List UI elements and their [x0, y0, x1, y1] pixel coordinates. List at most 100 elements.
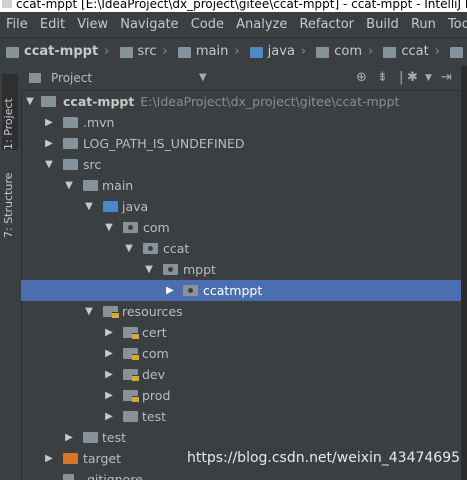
menu-tools[interactable]: Tools [448, 17, 467, 32]
collapse-arrow-icon[interactable]: ▶ [43, 133, 55, 154]
tree-node-ccatmppt[interactable]: ▶ ccatmppt [21, 280, 461, 301]
collapse-arrow-icon[interactable]: ▶ [103, 385, 115, 406]
collapse-arrow-icon[interactable]: ▶ [103, 322, 115, 343]
breadcrumb-ccat-mppt[interactable]: ccat-mppt › [6, 38, 109, 66]
tree-node-java[interactable]: ▼ java [21, 196, 461, 217]
menu-run[interactable]: Run [411, 17, 436, 32]
tree-node-label: mppt [183, 262, 216, 277]
tree-node-label: dev [142, 367, 166, 382]
tree-node-test-resources[interactable]: ▶ test [21, 406, 461, 427]
tree-node-label: com [142, 346, 169, 361]
tree-node-com[interactable]: ▼ com [21, 217, 461, 238]
locate-icon[interactable]: ⊕ [356, 66, 367, 90]
tree-node-main[interactable]: ▼ main [21, 175, 461, 196]
package-icon [450, 46, 464, 58]
hide-icon[interactable]: ⇥ [441, 66, 452, 90]
folder-icon [123, 411, 138, 422]
chevron-right-icon: › [300, 44, 307, 59]
tree-node-ccat[interactable]: ▼ ccat [21, 238, 461, 259]
view-dropdown-icon[interactable]: ▼ [199, 66, 207, 90]
expand-arrow-icon[interactable]: ▼ [63, 175, 75, 196]
expand-arrow-icon[interactable]: ▼ [123, 238, 135, 259]
collapse-arrow-icon[interactable]: ▶ [43, 448, 55, 469]
tree-node-mvn[interactable]: ▶ .mvn [21, 112, 461, 133]
package-icon [143, 243, 158, 254]
title-bar: ccat-mppt [E:\IdeaProject\dx_project\git… [0, 0, 467, 12]
tree-node-ccat-mppt[interactable]: ▼ ccat-mppt E:\IdeaProject\dx_project\git… [21, 91, 461, 112]
chevron-right-icon: › [104, 44, 110, 59]
menu-view[interactable]: View [77, 17, 108, 32]
tree-node-label: LOG_PATH_IS_UNDEFINED [83, 136, 245, 151]
collapse-arrow-icon[interactable]: ▶ [103, 343, 115, 364]
tree-node-label: ccat-mppt [63, 94, 135, 109]
excluded-folder-icon [63, 453, 78, 464]
tree-node-label: .mvn [83, 115, 115, 130]
package-icon [123, 222, 138, 233]
tree-node-label: resources [122, 304, 183, 319]
chevron-right-icon: › [434, 44, 440, 59]
tree-node-mppt[interactable]: ▼ mppt [21, 259, 461, 280]
tree-node-com-resources[interactable]: ▶ com [21, 343, 461, 364]
panel-title[interactable]: Project [51, 66, 92, 90]
collapse-arrow-icon[interactable]: ▶ [103, 364, 115, 385]
gear-icon[interactable]: ✱ [407, 66, 418, 90]
collapse-arrow-icon[interactable]: ▶ [164, 280, 176, 301]
folder-icon [83, 180, 98, 191]
menu-build[interactable]: Build [366, 17, 399, 32]
resources-folder-icon [123, 369, 139, 381]
tree-node-label: java [122, 199, 149, 214]
collapse-arrow-icon[interactable]: ▶ [63, 427, 75, 448]
breadcrumb-src[interactable]: src › [119, 38, 168, 66]
navigation-breadcrumb: ccat-mppt› src› main› java› com› ccat› m… [0, 37, 467, 67]
tab-structure[interactable]: 7: Structure [2, 158, 18, 238]
breadcrumb-com[interactable]: com › [316, 38, 373, 66]
menu-analyze[interactable]: Analyze [236, 17, 287, 32]
gear-dropdown-icon[interactable]: ▼ [425, 66, 432, 90]
expand-arrow-icon[interactable]: ▼ [83, 301, 95, 322]
tree-node-label: .gitignore [83, 472, 143, 480]
tree-node-cert[interactable]: ▶ cert [21, 322, 461, 343]
tree-node-gitignore[interactable]: .gitignore [21, 469, 461, 480]
menu-file[interactable]: File [6, 17, 28, 32]
package-icon [316, 46, 330, 58]
divider-icon: | [399, 70, 404, 85]
tree-node-dev[interactable]: ▶ dev [21, 364, 461, 385]
collapse-arrow-icon[interactable]: ▶ [43, 112, 55, 133]
menu-edit[interactable]: Edit [40, 17, 65, 32]
collapse-all-icon[interactable]: ⇟ [377, 66, 388, 90]
tree-node-log-path[interactable]: ▶ LOG_PATH_IS_UNDEFINED [21, 133, 461, 154]
expand-arrow-icon[interactable]: ▼ [43, 154, 55, 175]
folder-icon [177, 46, 191, 58]
menu-bar: File Edit View Navigate Code Analyze Ref… [0, 12, 467, 37]
tree-node-resources[interactable]: ▼ resources [21, 301, 461, 322]
tree-node-test[interactable]: ▶ test [21, 427, 461, 448]
folder-icon [6, 46, 19, 58]
breadcrumb-main[interactable]: main › [177, 38, 240, 66]
tree-node-prod[interactable]: ▶ prod [21, 385, 461, 406]
tree-node-src[interactable]: ▼ src [21, 154, 461, 175]
breadcrumb-ccat[interactable]: ccat › [383, 38, 440, 66]
collapse-arrow-icon[interactable]: ▶ [103, 406, 115, 427]
module-folder-icon [41, 96, 56, 107]
expand-arrow-icon[interactable]: ▼ [103, 217, 115, 238]
tree-node-label: target [83, 451, 122, 466]
expand-arrow-icon[interactable]: ▼ [83, 196, 95, 217]
menu-navigate[interactable]: Navigate [120, 17, 178, 32]
menu-refactor[interactable]: Refactor [299, 17, 354, 32]
tree-node-label: com [143, 220, 170, 235]
breadcrumb-mppt[interactable]: mppt› [450, 38, 467, 66]
chevron-right-icon: › [368, 44, 374, 59]
menu-code[interactable]: Code [191, 17, 224, 32]
resources-folder-icon [123, 327, 139, 339]
chevron-right-icon: › [234, 44, 240, 59]
window-title: ccat-mppt [E:\IdeaProject\dx_project\git… [16, 0, 467, 11]
expand-arrow-icon[interactable]: ▼ [24, 91, 36, 112]
file-icon [63, 474, 74, 480]
package-icon [383, 46, 397, 58]
expand-arrow-icon[interactable]: ▼ [143, 259, 155, 280]
intellij-app-icon [2, 0, 12, 8]
module-path: E:\IdeaProject\dx_project\gitee\ccat-mpp… [140, 94, 400, 109]
tab-project[interactable]: 1: Project [2, 74, 18, 150]
resources-folder-icon [123, 390, 139, 402]
breadcrumb-java[interactable]: java › [249, 38, 307, 66]
